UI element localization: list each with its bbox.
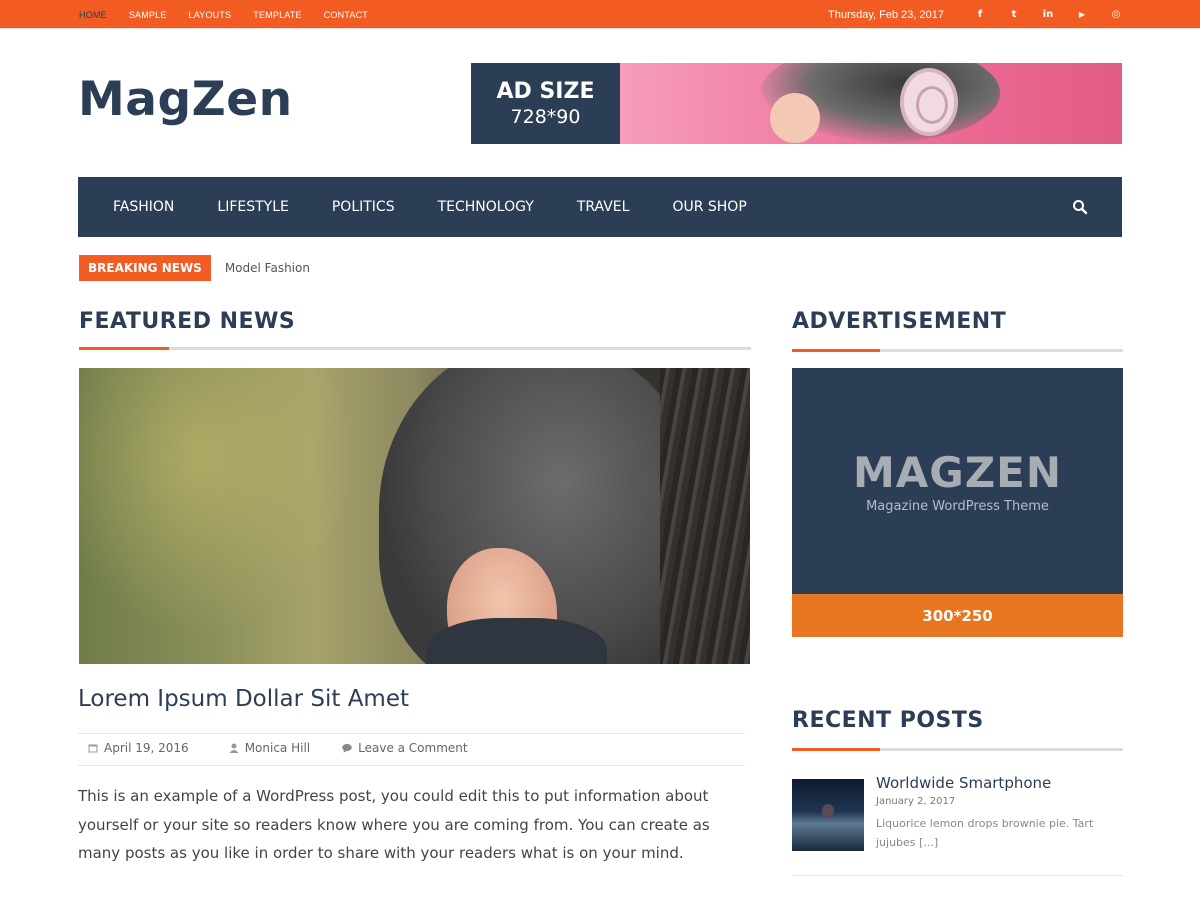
featured-news-divider: [79, 347, 751, 350]
top-nav-home[interactable]: HOME: [79, 10, 107, 20]
breaking-news-label: BREAKING NEWS: [79, 255, 211, 281]
breaking-news: BREAKING NEWS Model Fashion: [79, 255, 310, 281]
current-date: Thursday, Feb 23, 2017: [828, 9, 944, 21]
meta-divider-top: [78, 733, 745, 734]
top-nav-layouts[interactable]: LAYOUTS: [189, 10, 232, 20]
top-nav-template[interactable]: TEMPLATE: [253, 10, 301, 20]
calendar-icon: [88, 744, 98, 753]
advertisement-heading: ADVERTISEMENT: [792, 309, 1007, 334]
post-date: April 19, 2016: [88, 741, 189, 755]
post-author-link[interactable]: Monica Hill: [245, 741, 310, 755]
comment-icon: [342, 743, 352, 753]
twitter-icon[interactable]: t: [1006, 6, 1022, 22]
balloon-image: [822, 804, 834, 818]
recent-posts-divider: [792, 748, 1123, 751]
top-nav-contact[interactable]: CONTACT: [324, 10, 368, 20]
search-icon[interactable]: [1072, 199, 1088, 215]
site-logo[interactable]: MagZen: [78, 72, 293, 127]
post-excerpt: This is an example of a WordPress post, …: [78, 787, 710, 862]
header-ad-banner[interactable]: AD SIZE 728*90: [471, 63, 1122, 144]
nav-item-our-shop[interactable]: OUR SHOP: [672, 199, 746, 215]
user-icon: [229, 743, 239, 753]
facebook-icon[interactable]: f: [972, 6, 988, 22]
top-nav-sample[interactable]: SAMPLE: [129, 10, 167, 20]
ad-title: AD SIZE: [496, 79, 595, 104]
top-nav: HOME SAMPLE LAYOUTS TEMPLATE CONTACT: [79, 0, 390, 29]
ad-image: [620, 63, 1122, 144]
top-bar: HOME SAMPLE LAYOUTS TEMPLATE CONTACT Thu…: [0, 0, 1200, 29]
nav-item-fashion[interactable]: FASHION: [113, 199, 174, 215]
recent-post-excerpt: Liquorice lemon drops brownie pie. Tart …: [876, 817, 1094, 849]
nav-item-travel[interactable]: TRAVEL: [577, 199, 630, 215]
post-comments-link[interactable]: Leave a Comment: [358, 741, 467, 755]
post-title[interactable]: Lorem Ipsum Dollar Sit Amet: [78, 686, 409, 712]
post-author: Monica Hill: [229, 741, 310, 755]
sidebar-ad-body: MAGZEN Magazine WordPress Theme: [792, 368, 1123, 594]
meta-divider-bottom: [78, 765, 745, 766]
linkedin-icon[interactable]: in: [1040, 6, 1056, 22]
main-nav-items: FASHION LIFESTYLE POLITICS TECHNOLOGY TR…: [113, 177, 790, 237]
sidebar-ad-size: 300*250: [792, 594, 1123, 637]
instagram-icon[interactable]: ◎: [1108, 6, 1124, 22]
main-nav: FASHION LIFESTYLE POLITICS TECHNOLOGY TR…: [78, 177, 1122, 237]
youtube-icon[interactable]: ▶: [1074, 6, 1090, 22]
recent-post-title[interactable]: Worldwide Smartphone: [876, 774, 1051, 792]
featured-news-heading: FEATURED NEWS: [79, 309, 296, 334]
post-meta: April 19, 2016 Monica Hill Leave a Comme…: [88, 741, 500, 755]
featured-post-image[interactable]: [79, 368, 750, 664]
nav-item-lifestyle[interactable]: LIFESTYLE: [217, 199, 288, 215]
nav-item-politics[interactable]: POLITICS: [332, 199, 395, 215]
ad-size-panel: AD SIZE 728*90: [471, 63, 620, 144]
recent-post-divider: [792, 875, 1123, 876]
post-comments: Leave a Comment: [342, 741, 468, 755]
breaking-news-headline[interactable]: Model Fashion: [225, 261, 310, 275]
headphones-image: [900, 68, 958, 136]
social-links: f t in ▶ ◎: [972, 6, 1124, 22]
ad-size: 728*90: [510, 106, 581, 128]
recent-post-thumbnail[interactable]: [792, 779, 864, 851]
recent-posts-heading: RECENT POSTS: [792, 708, 984, 733]
nav-item-technology[interactable]: TECHNOLOGY: [438, 199, 534, 215]
sidebar-ad-brand: MAGZEN: [852, 448, 1063, 497]
advertisement-divider: [792, 349, 1123, 352]
post-date-text: April 19, 2016: [104, 741, 189, 755]
sidebar-ad-tagline: Magazine WordPress Theme: [866, 499, 1049, 514]
recent-post-date: January 2, 2017: [876, 796, 956, 807]
sidebar-ad[interactable]: MAGZEN Magazine WordPress Theme 300*250: [792, 368, 1123, 637]
